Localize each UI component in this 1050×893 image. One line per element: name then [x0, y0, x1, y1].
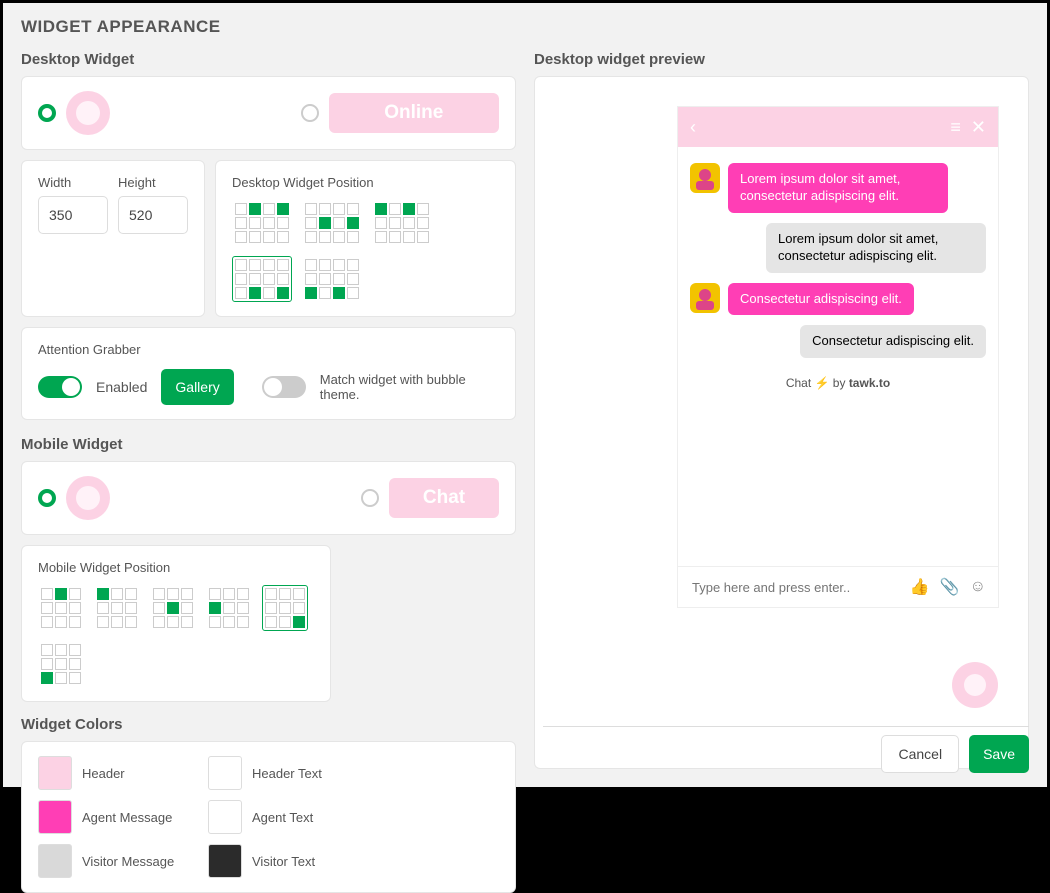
agent-message: Lorem ipsum dolor sit amet, consectetur … — [728, 163, 948, 213]
height-label: Height — [118, 175, 188, 190]
desktop-pos-option-1[interactable] — [232, 200, 292, 246]
widget-colors-card: Header Header Text Agent Message Agent Text… — [21, 741, 516, 893]
attention-grabber-label: Attention Grabber — [38, 342, 499, 357]
mobile-widget-label: Mobile Widget — [21, 436, 516, 453]
desktop-style-bubble-radio[interactable] — [38, 104, 56, 122]
color-label: Header — [82, 766, 125, 781]
desktop-pos-option-4[interactable] — [232, 256, 292, 302]
color-swatch[interactable] — [208, 844, 242, 878]
color-swatch-item[interactable]: Agent Message — [38, 800, 178, 834]
match-theme-label: Match widget with bubble theme. — [320, 372, 499, 402]
color-swatch[interactable] — [208, 800, 242, 834]
agent-avatar — [690, 283, 720, 313]
powered-by: Chat ⚡ by tawk.to — [690, 376, 986, 390]
color-swatch-item[interactable]: Header Text — [208, 756, 348, 790]
preview-label: Desktop widget preview — [534, 51, 1029, 68]
desktop-pos-option-3[interactable] — [372, 200, 432, 246]
close-icon[interactable]: ✕ — [971, 117, 986, 138]
color-swatch[interactable] — [38, 800, 72, 834]
mobile-widget-style-card: Chat — [21, 461, 516, 535]
mobile-style-bubble-radio[interactable] — [38, 489, 56, 507]
chat-header: ‹ ≡ ✕ — [678, 107, 998, 147]
mobile-style-bar-radio[interactable] — [361, 489, 379, 507]
agent-avatar — [690, 163, 720, 193]
desktop-position-label: Desktop Widget Position — [232, 175, 499, 190]
menu-icon[interactable]: ≡ — [950, 117, 961, 138]
color-swatch[interactable] — [208, 756, 242, 790]
color-swatch[interactable] — [38, 756, 72, 790]
color-swatch-item[interactable]: Visitor Text — [208, 844, 348, 878]
desktop-pos-option-5[interactable] — [302, 256, 362, 302]
color-swatch-item[interactable]: Header — [38, 756, 178, 790]
save-button[interactable]: Save — [969, 735, 1029, 773]
preview-area: ‹ ≡ ✕ Lorem ipsum dolor sit amet, consec… — [534, 76, 1029, 769]
online-pill: Online — [329, 93, 500, 133]
chat-pill: Chat — [389, 478, 499, 518]
mobile-pos-option-2[interactable] — [94, 585, 140, 631]
mobile-position-card: Mobile Widget Position — [21, 545, 331, 702]
page-title: WIDGET APPEARANCE — [21, 17, 1029, 37]
agent-message: Consectetur adispiscing elit. — [728, 283, 914, 316]
desktop-widget-style-card: Online — [21, 76, 516, 150]
visitor-message: Lorem ipsum dolor sit amet, consectetur … — [766, 223, 986, 273]
mobile-position-label: Mobile Widget Position — [38, 560, 314, 575]
attention-enabled-toggle[interactable] — [38, 376, 82, 398]
dimensions-card: Width Height — [21, 160, 205, 317]
mobile-pos-option-4[interactable] — [206, 585, 252, 631]
cancel-button[interactable]: Cancel — [881, 735, 959, 773]
match-theme-toggle[interactable] — [262, 376, 306, 398]
desktop-position-card: Desktop Widget Position — [215, 160, 516, 317]
bubble-icon — [66, 476, 110, 520]
color-label: Agent Text — [252, 810, 313, 825]
mobile-pos-option-5[interactable] — [262, 585, 308, 631]
attachment-icon[interactable]: 📎 — [940, 577, 960, 597]
width-label: Width — [38, 175, 108, 190]
visitor-message: Consectetur adispiscing elit. — [800, 325, 986, 358]
bubble-icon — [66, 91, 110, 135]
desktop-pos-option-2[interactable] — [302, 200, 362, 246]
widget-colors-label: Widget Colors — [21, 716, 516, 733]
divider — [543, 726, 1029, 727]
lightning-icon: ⚡ — [815, 376, 830, 390]
width-input[interactable] — [38, 196, 108, 234]
chat-input[interactable] — [690, 579, 900, 596]
color-label: Agent Message — [82, 810, 172, 825]
attention-enabled-label: Enabled — [96, 379, 147, 395]
mobile-pos-option-6[interactable] — [38, 641, 84, 687]
back-icon[interactable]: ‹ — [690, 117, 696, 138]
floating-bubble-icon[interactable] — [952, 662, 998, 708]
chat-window: ‹ ≡ ✕ Lorem ipsum dolor sit amet, consec… — [678, 107, 998, 607]
thumbs-up-icon[interactable]: 👍 — [910, 577, 930, 597]
emoji-icon[interactable]: ☺ — [970, 578, 986, 596]
mobile-pos-option-3[interactable] — [150, 585, 196, 631]
mobile-pos-option-1[interactable] — [38, 585, 84, 631]
color-swatch-item[interactable]: Agent Text — [208, 800, 348, 834]
color-swatch-item[interactable]: Visitor Message — [38, 844, 178, 878]
height-input[interactable] — [118, 196, 188, 234]
desktop-style-bar-radio[interactable] — [301, 104, 319, 122]
attention-grabber-card: Attention Grabber Enabled Gallery Match … — [21, 327, 516, 420]
gallery-button[interactable]: Gallery — [161, 369, 233, 405]
color-label: Visitor Text — [252, 854, 315, 869]
desktop-widget-label: Desktop Widget — [21, 51, 516, 68]
color-label: Visitor Message — [82, 854, 174, 869]
color-label: Header Text — [252, 766, 322, 781]
color-swatch[interactable] — [38, 844, 72, 878]
